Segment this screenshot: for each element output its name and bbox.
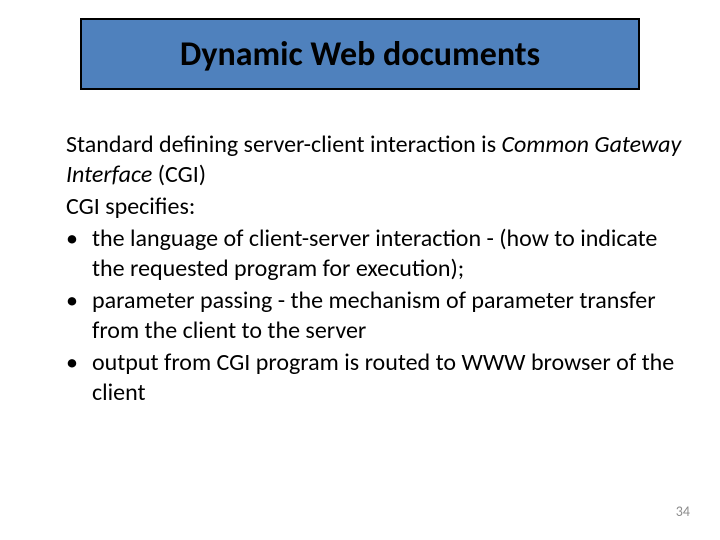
list-item: the language of client-server interactio… [36, 224, 684, 284]
list-item: parameter passing - the mechanism of par… [36, 286, 684, 346]
paragraph-specifies: CGI specifies: [36, 192, 684, 222]
page-number: 34 [676, 503, 690, 520]
slide: Dynamic Web documents Standard defining … [0, 0, 720, 540]
list-item: output from CGI program is routed to WWW… [36, 348, 684, 408]
paragraph-intro: Standard defining server-client interact… [36, 130, 684, 190]
slide-title: Dynamic Web documents [180, 34, 540, 75]
body-text: Standard defining server-client interact… [36, 130, 684, 410]
p1-prefix: Standard defining server-client interact… [66, 130, 502, 159]
title-box: Dynamic Web documents [80, 18, 640, 90]
bullet-list: the language of client-server interactio… [36, 224, 684, 408]
p1-suffix: (CGI) [152, 160, 206, 189]
